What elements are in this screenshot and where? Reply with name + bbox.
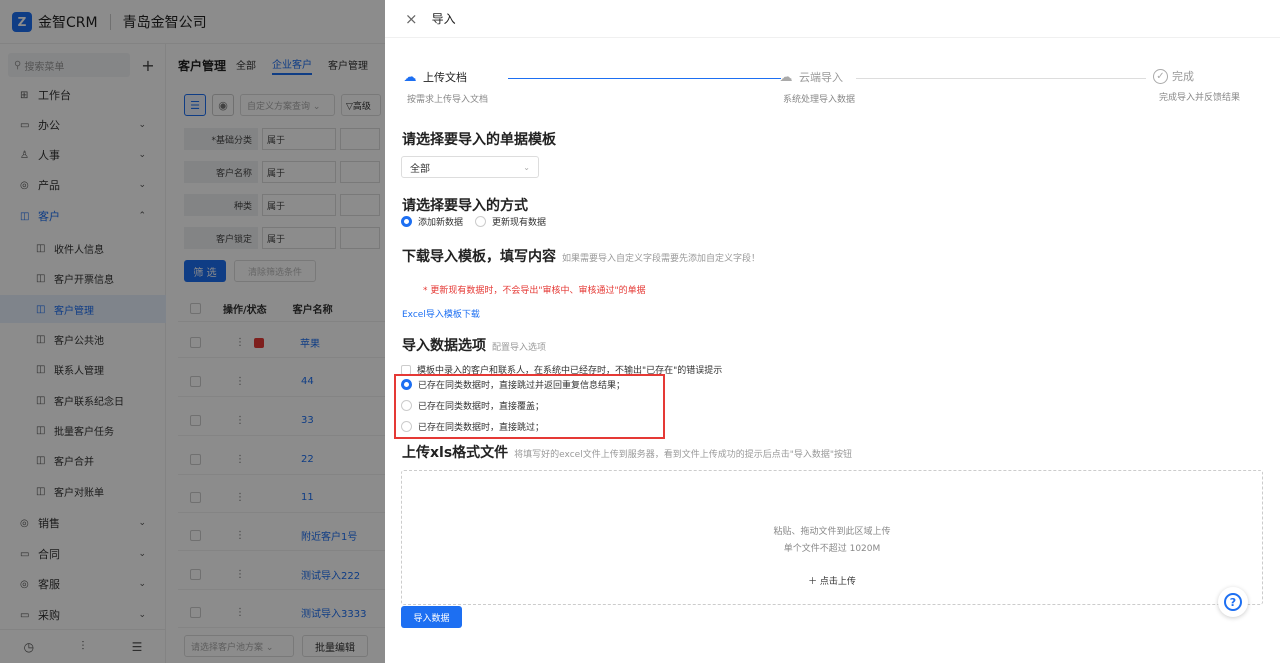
cloud-icon: ☁ [779,69,793,85]
checkbox[interactable] [401,364,411,375]
step-desc: 系统处理导入数据 [783,95,856,105]
method-add-new[interactable]: 添加新数据 [401,215,463,228]
step-desc: 完成导入并反馈结果 [1159,93,1241,103]
options-hint: 配置导入选项 [492,343,547,353]
import-steps: ☁ 上传文档 按需求上传导入文档 ☁ 云端导入 系统处理导入数据 ✓ 完成 完成导入并… [401,68,1271,108]
radio-label: 更新现有数据 [492,218,547,228]
help-icon: ? [1224,593,1242,611]
modal-overlay[interactable] [0,0,385,663]
import-drawer: × 导入 ☁ 上传文档 按需求上传导入文档 ☁ 云端导入 系统处理导入数据 ✓ 完成 … [385,0,1280,663]
step-connector [508,78,781,79]
drawer-header: × 导入 [385,0,1280,38]
options-section-title: 导入数据选项 配置导入选项 [402,335,546,355]
help-button[interactable]: ? [1218,587,1248,617]
method-section-title: 请选择要导入的方式 [402,198,528,214]
radio-label: 添加新数据 [418,218,464,228]
check-circle-icon: ✓ [1153,68,1168,84]
radio-button[interactable] [401,216,412,227]
update-warning: * 更新现有数据时，不会导出"审核中、审核通过"的单据 [423,286,646,296]
step-complete: ✓ 完成 完成导入并反馈结果 [1153,68,1240,103]
click-upload-button[interactable]: ＋ 点击上传 [402,574,1262,587]
step-title: 完成 [1172,70,1194,83]
download-section-title: 下载导入模板，填写内容 如果需要导入自定义字段需要先添加自定义字段！ [402,246,760,266]
close-icon[interactable]: × [405,10,418,28]
upload-title-text: 上传xls格式文件 [402,445,509,461]
cloud-upload-icon: ☁ [403,69,417,85]
step-title: 上传文档 [423,71,467,84]
file-drop-zone[interactable]: 粘贴、拖动文件到此区域上传 单个文件不超过 1020M ＋ 点击上传 [401,470,1263,605]
options-title-text: 导入数据选项 [402,338,486,354]
step-cloud-import: ☁ 云端导入 系统处理导入数据 [777,68,856,106]
step-title: 云端导入 [799,71,843,84]
excel-template-download-link[interactable]: Excel导入模板下载 [402,307,480,320]
drawer-title: 导入 [431,12,456,26]
step-connector [856,78,1146,79]
file-size-limit: 单个文件不超过 1020M [783,544,881,554]
template-select-value: 全部 [410,163,430,175]
step-desc: 按需求上传导入文档 [407,95,489,105]
step-upload: ☁ 上传文档 按需求上传导入文档 [401,68,489,106]
upload-hint: 将填写好的excel文件上传到服务器，看到文件上传成功的提示后点击"导入数据"按… [514,450,852,460]
upload-section-title: 上传xls格式文件 将填写好的excel文件上传到服务器，看到文件上传成功的提示后… [402,442,852,462]
import-data-button[interactable]: 导入数据 [401,606,462,628]
method-radio-group: 添加新数据 更新现有数据 [401,215,558,228]
method-update-existing[interactable]: 更新现有数据 [475,215,546,228]
download-title-text: 下载导入模板，填写内容 [402,249,556,265]
drop-zone-text: 粘贴、拖动文件到此区域上传 [773,527,891,537]
download-hint: 如果需要导入自定义字段需要先添加自定义字段！ [562,254,761,264]
template-section-title: 请选择要导入的单据模板 [402,132,556,148]
template-select[interactable]: 全部 ⌄ [401,156,539,178]
radio-button[interactable] [475,216,487,227]
highlight-annotation-frame [394,374,665,439]
chevron-down-icon: ⌄ [523,162,530,172]
